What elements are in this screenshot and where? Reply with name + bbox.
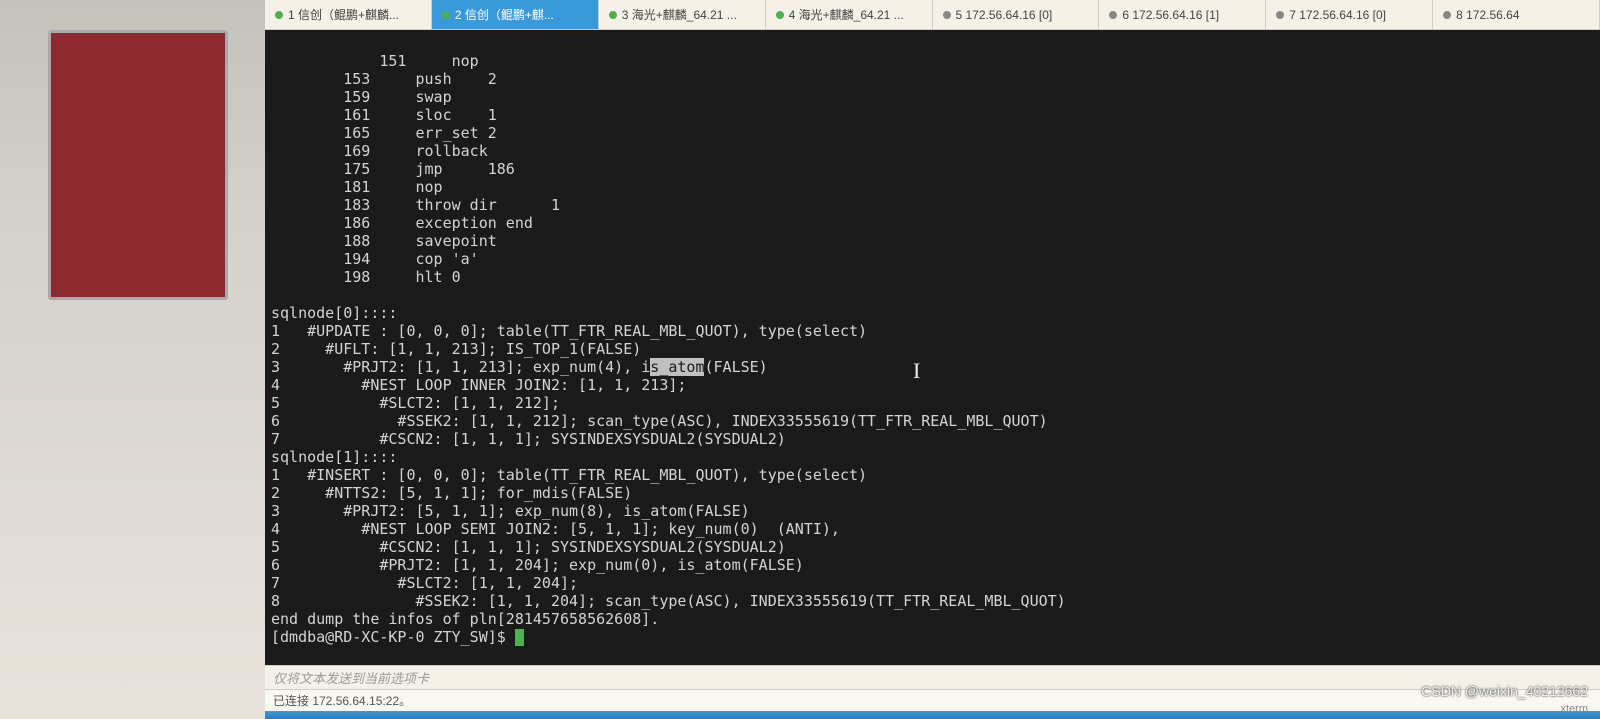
taskbar[interactable]	[265, 711, 1600, 719]
tab-label: 7 172.56.64.16 [0]	[1289, 8, 1386, 22]
status-dot-icon	[776, 11, 784, 19]
tab-label: 8 172.56.64	[1456, 8, 1519, 22]
terminal[interactable]: 151 nop 153 push 2 159 swap 161 sloc 1 1…	[265, 30, 1600, 665]
tab-label: 3 海光+麒麟_64.21 ...	[622, 6, 737, 23]
status-dot-icon	[943, 11, 951, 19]
tab-4[interactable]: 4 海光+麒麟_64.21 ...	[766, 0, 933, 29]
status-dot-icon	[609, 11, 617, 19]
tab-label: 1 信创（鲲鹏+麒麟...	[288, 6, 399, 23]
tab-6[interactable]: 6 172.56.64.16 [1]	[1099, 0, 1266, 29]
photo-margin	[0, 0, 265, 719]
tab-7[interactable]: 7 172.56.64.16 [0]	[1266, 0, 1433, 29]
main-window: 1 信创（鲲鹏+麒麟... 2 信创（鲲鹏+麒... 3 海光+麒麟_64.21 .…	[265, 0, 1600, 719]
watermark: CSDN @weixin_40212662	[1421, 683, 1588, 699]
tab-label: 4 海光+麒麟_64.21 ...	[789, 6, 904, 23]
tab-3[interactable]: 3 海光+麒麟_64.21 ...	[599, 0, 766, 29]
tab-1[interactable]: 1 信创（鲲鹏+麒麟...	[265, 0, 432, 29]
status-dot-icon	[442, 11, 450, 19]
photo-panel	[48, 30, 228, 300]
text-caret-icon: I	[913, 362, 920, 380]
connection-status: 已连接 172.56.64.15:22。	[273, 692, 411, 709]
tab-label: 2 信创（鲲鹏+麒...	[455, 6, 554, 23]
tab-label: 5 172.56.64.16 [0]	[956, 8, 1053, 22]
send-input-bar[interactable]: 仅将文本发送到当前选项卡	[265, 665, 1600, 689]
tab-2[interactable]: 2 信创（鲲鹏+麒...	[432, 0, 599, 29]
tab-label: 6 172.56.64.16 [1]	[1122, 8, 1219, 22]
status-dot-icon	[1109, 11, 1117, 19]
terminal-cursor	[515, 629, 524, 646]
shell-prompt: [dmdba@RD-XC-KP-0 ZTY_SW]$	[271, 628, 515, 646]
status-dot-icon	[275, 11, 283, 19]
status-dot-icon	[1276, 11, 1284, 19]
status-bar: 已连接 172.56.64.15:22。	[265, 689, 1600, 711]
status-dot-icon	[1443, 11, 1451, 19]
tab-5[interactable]: 5 172.56.64.16 [0]	[933, 0, 1100, 29]
tab-8[interactable]: 8 172.56.64	[1433, 0, 1600, 29]
tab-bar: 1 信创（鲲鹏+麒麟... 2 信创（鲲鹏+麒... 3 海光+麒麟_64.21 .…	[265, 0, 1600, 30]
send-input-placeholder: 仅将文本发送到当前选项卡	[273, 668, 429, 687]
xterm-label: xterm	[1561, 703, 1589, 715]
